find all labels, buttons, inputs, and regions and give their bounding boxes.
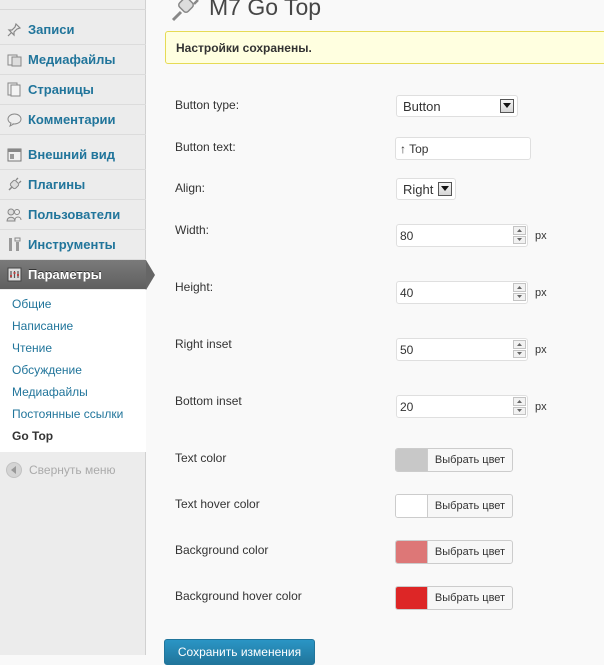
- sidebar-item-pages[interactable]: Страницы: [0, 75, 146, 105]
- sidebar-item-users[interactable]: Пользователи: [0, 200, 146, 230]
- align-value: Right: [403, 181, 434, 197]
- spin-down-icon[interactable]: [513, 406, 526, 415]
- spin-up-icon[interactable]: [513, 226, 526, 235]
- comment-icon: [6, 112, 22, 128]
- bottom-inset-value: 20: [400, 400, 414, 414]
- plugin-logo-icon: [169, 0, 203, 25]
- spin-down-icon[interactable]: [513, 349, 526, 358]
- sidebar-item-label: Плагины: [28, 177, 86, 192]
- align-label: Align:: [175, 181, 206, 195]
- bottom-inset-spinner[interactable]: [513, 397, 526, 416]
- right-inset-value: 50: [400, 343, 414, 357]
- chevron-down-icon: [500, 99, 514, 113]
- background-color-label: Background color: [175, 543, 269, 557]
- background-hover-color-swatch: [396, 587, 428, 609]
- width-unit: px: [535, 230, 547, 242]
- right-inset-unit: px: [535, 344, 547, 356]
- appearance-icon: [6, 147, 22, 163]
- page-title: M7 Go Top: [209, 0, 322, 20]
- submenu-item-general[interactable]: Общие: [12, 297, 51, 311]
- button-text-label: Button text:: [175, 140, 236, 154]
- select-color-label: Выбрать цвет: [434, 592, 506, 604]
- sidebar-item-comments[interactable]: Комментарии: [0, 105, 146, 135]
- width-value: 80: [400, 229, 414, 243]
- background-hover-color-label: Background hover color: [175, 589, 302, 603]
- sidebar-item-tools[interactable]: Инструменты: [0, 230, 146, 260]
- height-value: 40: [400, 286, 414, 300]
- select-color-label: Выбрать цвет: [434, 546, 506, 558]
- sidebar-item-label: Внешний вид: [28, 147, 115, 162]
- collapse-menu-label: Свернуть меню: [29, 463, 116, 477]
- text-color-picker[interactable]: Выбрать цвет: [395, 448, 513, 472]
- settings-submenu: Общие Написание Чтение Обсуждение Медиаф…: [0, 290, 146, 452]
- spin-down-icon[interactable]: [513, 235, 526, 244]
- sidebar-divider: [0, 9, 146, 10]
- width-label: Width:: [175, 223, 210, 237]
- sidebar-item-label: Записи: [28, 22, 75, 37]
- text-color-label: Text color: [175, 451, 227, 465]
- submenu-item-writing[interactable]: Написание: [12, 319, 73, 333]
- spin-up-icon[interactable]: [513, 340, 526, 349]
- button-text-input[interactable]: ↑ Top: [395, 137, 531, 160]
- right-inset-input[interactable]: 50: [396, 338, 528, 361]
- sidebar-item-media[interactable]: Медиафайлы: [0, 45, 146, 75]
- button-type-label: Button type:: [175, 98, 240, 112]
- button-type-select[interactable]: Button: [396, 95, 518, 117]
- submenu-item-go-top[interactable]: Go Top: [12, 429, 53, 443]
- sidebar-item-label: Инструменты: [28, 237, 116, 252]
- sidebar-item-posts[interactable]: Записи: [0, 15, 146, 45]
- text-hover-color-picker[interactable]: Выбрать цвет: [395, 494, 513, 518]
- right-inset-spinner[interactable]: [513, 340, 526, 359]
- text-hover-color-label: Text hover color: [175, 497, 260, 511]
- select-color-label: Выбрать цвет: [434, 500, 506, 512]
- spin-down-icon[interactable]: [513, 292, 526, 301]
- plug-icon: [6, 177, 22, 193]
- sidebar-item-plugins[interactable]: Плагины: [0, 170, 146, 200]
- height-unit: px: [535, 287, 547, 299]
- text-color-swatch: [396, 449, 428, 471]
- users-icon: [6, 207, 22, 223]
- admin-sidebar: Записи Медиафайлы Страницы Комментарии В…: [0, 0, 155, 655]
- tools-icon: [6, 237, 22, 253]
- height-spinner[interactable]: [513, 283, 526, 302]
- sidebar-item-label: Медиафайлы: [28, 52, 116, 67]
- submenu-item-permalinks[interactable]: Постоянные ссылки: [12, 407, 123, 421]
- sidebar-item-label: Страницы: [28, 82, 94, 97]
- width-spinner[interactable]: [513, 226, 526, 245]
- sidebar-item-appearance[interactable]: Внешний вид: [0, 140, 146, 170]
- bottom-inset-label: Bottom inset: [175, 394, 242, 408]
- sidebar-item-label: Комментарии: [28, 112, 116, 127]
- sidebar-item-label: Пользователи: [28, 207, 121, 222]
- submenu-item-reading[interactable]: Чтение: [12, 341, 52, 355]
- spin-up-icon[interactable]: [513, 397, 526, 406]
- height-input[interactable]: 40: [396, 281, 528, 304]
- save-changes-button[interactable]: Сохранить изменения: [164, 639, 315, 665]
- main-content: M7 Go Top Настройки сохранены. Button ty…: [147, 0, 604, 665]
- align-select[interactable]: Right: [396, 178, 456, 200]
- settings-icon: [6, 267, 22, 283]
- pages-icon: [6, 82, 22, 98]
- bottom-inset-input[interactable]: 20: [396, 395, 528, 418]
- media-icon: [6, 52, 22, 68]
- width-input[interactable]: 80: [396, 224, 528, 247]
- sidebar-item-settings[interactable]: Параметры: [0, 260, 155, 290]
- select-color-label: Выбрать цвет: [434, 454, 506, 466]
- background-color-swatch: [396, 541, 428, 563]
- background-color-picker[interactable]: Выбрать цвет: [395, 540, 513, 564]
- bottom-inset-unit: px: [535, 401, 547, 413]
- submenu-item-discussion[interactable]: Обсуждение: [12, 363, 82, 377]
- collapse-menu-button[interactable]: Свернуть меню: [6, 462, 116, 478]
- settings-saved-notice: Настройки сохранены.: [165, 31, 604, 64]
- chevron-down-icon: [438, 182, 452, 196]
- pin-icon: [6, 22, 22, 38]
- button-type-value: Button: [403, 98, 441, 114]
- spin-up-icon[interactable]: [513, 283, 526, 292]
- collapse-arrow-icon: [6, 462, 22, 478]
- height-label: Height:: [175, 280, 214, 294]
- submenu-item-media[interactable]: Медиафайлы: [12, 385, 88, 399]
- text-hover-color-swatch: [396, 495, 428, 517]
- background-hover-color-picker[interactable]: Выбрать цвет: [395, 586, 513, 610]
- sidebar-item-label: Параметры: [28, 267, 102, 282]
- right-inset-label: Right inset: [175, 337, 232, 351]
